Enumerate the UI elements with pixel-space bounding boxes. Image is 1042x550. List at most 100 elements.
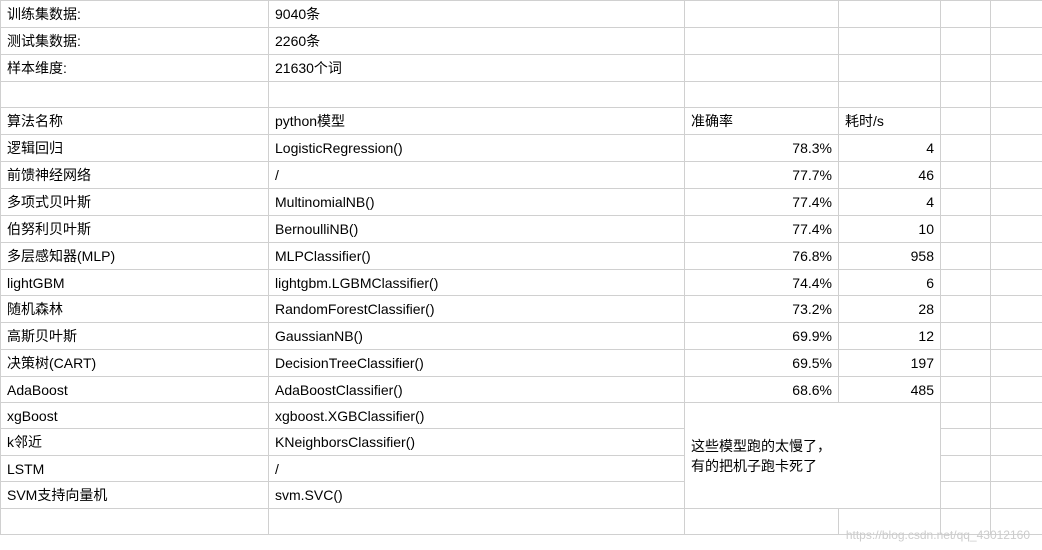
cell-empty (941, 377, 991, 403)
cell-acc: 68.6% (685, 377, 839, 403)
cell-algo: 逻辑回归 (1, 135, 269, 162)
cell-empty (685, 82, 839, 108)
cell-algo: xgBoost (1, 403, 269, 429)
cell-empty (991, 28, 1042, 55)
cell-empty (269, 82, 685, 108)
table-row-slow: xgBoost xgboost.XGBClassifier() 这些模型跑的太慢… (1, 403, 1042, 429)
table-row: 高斯贝叶斯 GaussianNB() 69.9% 12 (1, 323, 1042, 350)
cell-model: lightgbm.LGBMClassifier() (269, 270, 685, 296)
cell-time: 10 (839, 216, 941, 243)
cell-acc: 77.7% (685, 162, 839, 189)
cell-empty (991, 509, 1042, 535)
cell-acc: 78.3% (685, 135, 839, 162)
cell-acc: 77.4% (685, 216, 839, 243)
slow-note-line2: 有的把机子跑卡死了 (691, 456, 934, 476)
cell-model: / (269, 456, 685, 482)
cell-empty (941, 1, 991, 28)
cell-model: svm.SVC() (269, 482, 685, 509)
cell-empty (991, 1, 1042, 28)
cell-model: / (269, 162, 685, 189)
table-row: 多层感知器(MLP) MLPClassifier() 76.8% 958 (1, 243, 1042, 270)
cell-empty (941, 216, 991, 243)
table-row: 决策树(CART) DecisionTreeClassifier() 69.5%… (1, 350, 1042, 377)
cell-algo: SVM支持向量机 (1, 482, 269, 509)
cell-empty (991, 350, 1042, 377)
cell-empty (991, 82, 1042, 108)
header-algo: 算法名称 (1, 108, 269, 135)
slow-note-line1: 这些模型跑的太慢了， (691, 436, 934, 456)
cell-empty (685, 28, 839, 55)
cell-empty (991, 482, 1042, 509)
cell-empty (991, 377, 1042, 403)
cell-empty (941, 55, 991, 82)
cell-model: AdaBoostClassifier() (269, 377, 685, 403)
spreadsheet-table: 训练集数据: 9040条 测试集数据: 2260条 样本维度: 21630个词 (0, 0, 1042, 535)
cell-empty (941, 270, 991, 296)
cell-empty (941, 108, 991, 135)
cell-model: MLPClassifier() (269, 243, 685, 270)
cell-dim-value: 21630个词 (269, 55, 685, 82)
cell-model: DecisionTreeClassifier() (269, 350, 685, 377)
cell-empty (685, 509, 839, 535)
cell-algo: 随机森林 (1, 296, 269, 323)
cell-algo: k邻近 (1, 429, 269, 456)
cell-time: 958 (839, 243, 941, 270)
cell-acc: 76.8% (685, 243, 839, 270)
cell-time: 28 (839, 296, 941, 323)
table-row: 多项式贝叶斯 MultinomialNB() 77.4% 4 (1, 189, 1042, 216)
cell-empty (941, 323, 991, 350)
meta-row-test: 测试集数据: 2260条 (1, 28, 1042, 55)
cell-empty (941, 135, 991, 162)
cell-empty (991, 216, 1042, 243)
cell-empty (991, 296, 1042, 323)
cell-acc: 69.9% (685, 323, 839, 350)
cell-empty (941, 403, 991, 429)
cell-empty (941, 429, 991, 456)
header-model: python模型 (269, 108, 685, 135)
cell-algo: 决策树(CART) (1, 350, 269, 377)
cell-algo: 伯努利贝叶斯 (1, 216, 269, 243)
cell-model: GaussianNB() (269, 323, 685, 350)
table-row: 伯努利贝叶斯 BernoulliNB() 77.4% 10 (1, 216, 1042, 243)
cell-empty (839, 28, 941, 55)
cell-slow-note: 这些模型跑的太慢了， 有的把机子跑卡死了 (685, 403, 941, 509)
cell-empty (991, 55, 1042, 82)
cell-empty (991, 270, 1042, 296)
cell-empty (1, 82, 269, 108)
cell-empty (839, 1, 941, 28)
cell-empty (941, 350, 991, 377)
cell-test-label: 测试集数据: (1, 28, 269, 55)
cell-model: LogisticRegression() (269, 135, 685, 162)
cell-empty (685, 55, 839, 82)
header-row: 算法名称 python模型 准确率 耗时/s (1, 108, 1042, 135)
cell-empty (941, 509, 991, 535)
blank-row (1, 82, 1042, 108)
cell-model: xgboost.XGBClassifier() (269, 403, 685, 429)
cell-time: 46 (839, 162, 941, 189)
meta-row-dim: 样本维度: 21630个词 (1, 55, 1042, 82)
cell-algo: LSTM (1, 456, 269, 482)
cell-empty (941, 28, 991, 55)
cell-dim-label: 样本维度: (1, 55, 269, 82)
cell-empty (685, 1, 839, 28)
meta-row-train: 训练集数据: 9040条 (1, 1, 1042, 28)
table-row: AdaBoost AdaBoostClassifier() 68.6% 485 (1, 377, 1042, 403)
header-time: 耗时/s (839, 108, 941, 135)
cell-empty (1, 509, 269, 535)
cell-model: BernoulliNB() (269, 216, 685, 243)
cell-empty (991, 108, 1042, 135)
cell-model: KNeighborsClassifier() (269, 429, 685, 456)
cell-empty (991, 456, 1042, 482)
cell-empty (941, 189, 991, 216)
cell-algo: 高斯贝叶斯 (1, 323, 269, 350)
cell-empty (839, 82, 941, 108)
blank-row (1, 509, 1042, 535)
cell-empty (839, 55, 941, 82)
cell-train-value: 9040条 (269, 1, 685, 28)
table-row: 随机森林 RandomForestClassifier() 73.2% 28 (1, 296, 1042, 323)
cell-model: MultinomialNB() (269, 189, 685, 216)
cell-model: RandomForestClassifier() (269, 296, 685, 323)
cell-algo: 多项式贝叶斯 (1, 189, 269, 216)
cell-empty (991, 189, 1042, 216)
cell-time: 4 (839, 189, 941, 216)
